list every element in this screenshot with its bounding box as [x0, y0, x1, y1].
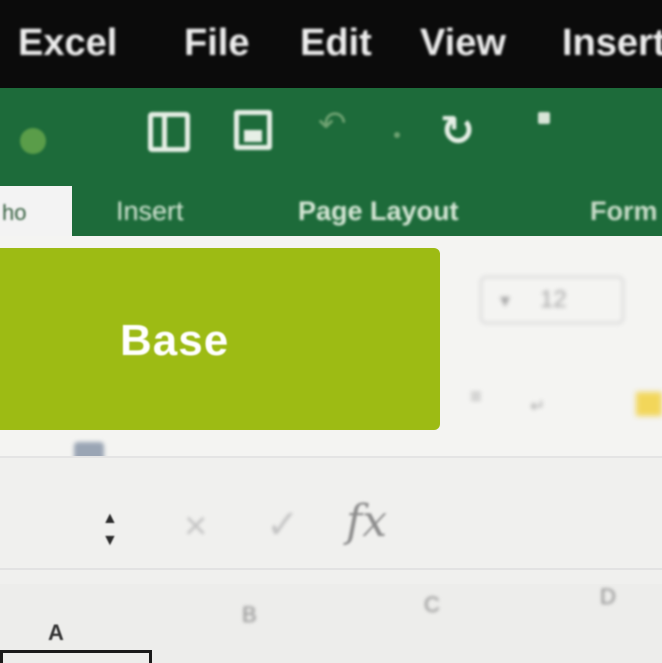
- menu-app-name[interactable]: Excel: [18, 22, 117, 65]
- column-header-b[interactable]: B: [242, 602, 257, 628]
- more-icon[interactable]: [538, 112, 550, 124]
- excel-window: Excel File Edit View Insert ↶ ↻ ho Inser…: [0, 0, 662, 663]
- undo-icon[interactable]: ↶: [318, 104, 347, 144]
- formula-bar: ▲ ▼ × ✓ fx: [0, 456, 662, 586]
- tab-home-label: ho: [2, 200, 27, 225]
- align-icon[interactable]: ≡: [470, 386, 482, 409]
- check-icon[interactable]: ✓: [266, 502, 300, 548]
- active-cell-outline[interactable]: [0, 650, 152, 663]
- menu-edit[interactable]: Edit: [300, 22, 372, 65]
- base-overlay-tile: Base: [0, 248, 440, 430]
- tab-insert[interactable]: Insert: [116, 196, 184, 227]
- tab-formulas[interactable]: Form: [590, 196, 658, 227]
- column-header-c[interactable]: C: [424, 592, 440, 618]
- column-header-d[interactable]: D: [600, 584, 616, 610]
- save-icon[interactable]: [234, 110, 272, 150]
- tab-page-layout[interactable]: Page Layout: [298, 196, 459, 227]
- highlight-color-icon[interactable]: [636, 392, 662, 416]
- redo-icon[interactable]: ↻: [440, 106, 475, 155]
- menu-bar: Excel File Edit View Insert: [0, 0, 662, 88]
- cancel-icon[interactable]: ×: [184, 504, 207, 549]
- column-header-row: A B C D: [0, 584, 662, 663]
- function-icon[interactable]: fx: [346, 496, 387, 547]
- menu-file[interactable]: File: [184, 22, 249, 65]
- wrap-icon[interactable]: ↵: [530, 396, 545, 417]
- base-label: Base: [120, 316, 230, 365]
- column-header-a[interactable]: A: [48, 620, 64, 646]
- chevron-down-icon[interactable]: ▾: [500, 288, 510, 313]
- formula-bar-divider: [0, 568, 662, 570]
- menu-insert[interactable]: Insert: [562, 22, 662, 65]
- toolbar-separator: [394, 132, 400, 138]
- window-zoom-button[interactable]: [20, 128, 46, 154]
- menu-view[interactable]: View: [420, 22, 506, 65]
- name-box-stepper[interactable]: ▲ ▼: [102, 508, 118, 552]
- font-size-value: 12: [540, 286, 567, 313]
- sidebar-icon[interactable]: [148, 112, 190, 152]
